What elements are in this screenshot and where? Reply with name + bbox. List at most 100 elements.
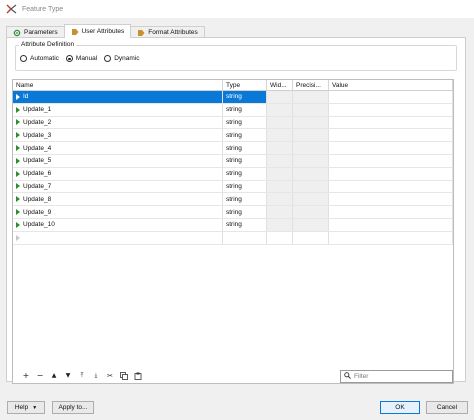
move-top-icon[interactable]: ⤒ <box>77 371 87 381</box>
attribute-name-cell[interactable]: Update_9 <box>13 206 223 218</box>
attribute-precision-cell <box>293 180 329 193</box>
remove-icon[interactable]: − <box>35 371 45 381</box>
table-row[interactable]: Update_6 string <box>13 167 453 181</box>
table-row[interactable]: Id string <box>13 91 453 104</box>
move-down-icon[interactable]: ▼ <box>63 371 73 381</box>
attribute-name-cell[interactable]: Update_8 <box>13 193 223 206</box>
table-row[interactable]: Update_9 string <box>13 206 453 219</box>
radio-manual[interactable]: Manual <box>65 55 97 62</box>
attribute-definition-options: Automatic Manual Dynamic <box>20 55 140 62</box>
radio-automatic[interactable]: Automatic <box>20 55 59 62</box>
attribute-precision-cell <box>293 129 329 142</box>
attribute-type-cell[interactable]: string <box>223 206 267 218</box>
attribute-name-cell[interactable]: Update_5 <box>13 154 223 167</box>
button-label: Cancel <box>436 404 458 411</box>
attribute-type-cell[interactable]: string <box>223 180 267 193</box>
move-up-icon[interactable]: ▲ <box>49 371 59 381</box>
attribute-type-cell[interactable]: string <box>223 116 267 129</box>
radio-label: Dynamic <box>114 55 140 62</box>
radio-dynamic[interactable]: Dynamic <box>104 55 140 62</box>
attribute-width-cell <box>267 91 293 103</box>
attribute-precision-cell <box>293 218 329 231</box>
attribute-type-cell[interactable]: string <box>223 167 267 180</box>
table-row[interactable]: Update_7 string <box>13 180 453 194</box>
table-row[interactable]: Update_3 string <box>13 129 453 143</box>
apply-to-button[interactable]: Apply to... <box>52 401 94 414</box>
move-bottom-icon[interactable]: ⤓ <box>91 371 101 381</box>
copy-icon[interactable] <box>119 371 129 381</box>
attribute-value-cell[interactable] <box>329 231 453 244</box>
attribute-value-cell[interactable] <box>329 180 453 193</box>
attribute-type-cell[interactable]: string <box>223 129 267 142</box>
attribute-name-cell[interactable]: Update_4 <box>13 142 223 154</box>
table-body: Id string Update_1 string Update_2 string Upda… <box>13 91 453 245</box>
attribute-type-cell[interactable]: string <box>223 193 267 206</box>
table-row[interactable]: Update_2 string <box>13 116 453 130</box>
attribute-type-cell[interactable]: string <box>223 103 267 116</box>
paste-icon[interactable] <box>133 371 143 381</box>
attribute-name: Update_8 <box>23 195 52 203</box>
tag-icon <box>137 29 145 37</box>
cancel-button[interactable]: Cancel <box>426 401 468 414</box>
attribute-name-cell[interactable]: Id <box>13 91 223 103</box>
help-button[interactable]: Help ▼ <box>7 401 45 414</box>
attribute-name-cell[interactable]: Update_7 <box>13 180 223 193</box>
attribute-value-cell[interactable] <box>329 218 453 231</box>
row-marker-icon <box>16 106 20 113</box>
attribute-type-cell[interactable]: string <box>223 154 267 167</box>
column-header-width[interactable]: Wid... <box>267 80 293 90</box>
attribute-name-cell[interactable]: Update_1 <box>13 103 223 116</box>
table-row[interactable]: Update_1 string <box>13 103 453 117</box>
attribute-name: Update_6 <box>23 170 52 178</box>
attribute-value-cell[interactable] <box>329 103 453 116</box>
attribute-value-cell[interactable] <box>329 206 453 218</box>
column-header-type[interactable]: Type <box>223 80 267 90</box>
attribute-width-cell <box>267 129 293 142</box>
attribute-width-cell <box>267 103 293 116</box>
attribute-name-cell[interactable]: Update_10 <box>13 218 223 231</box>
column-header-name[interactable]: Name <box>13 80 223 90</box>
row-marker-icon <box>16 183 20 190</box>
attribute-name: Update_5 <box>23 157 52 165</box>
add-icon[interactable]: + <box>21 371 31 381</box>
table-row[interactable]: Update_8 string <box>13 193 453 207</box>
attribute-name-cell[interactable]: Update_2 <box>13 116 223 129</box>
table-row[interactable]: Update_10 string <box>13 218 453 232</box>
table-row[interactable]: Update_5 string <box>13 154 453 168</box>
attribute-width-cell <box>267 218 293 231</box>
attribute-value-cell[interactable] <box>329 91 453 103</box>
attribute-value-cell[interactable] <box>329 116 453 129</box>
attribute-value-cell[interactable] <box>329 154 453 167</box>
attribute-precision-cell <box>293 154 329 167</box>
attribute-name-cell[interactable]: Update_6 <box>13 167 223 180</box>
attribute-value-cell[interactable] <box>329 193 453 206</box>
column-header-precision[interactable]: Precisi... <box>293 80 329 90</box>
attribute-name-cell[interactable] <box>13 231 223 244</box>
new-row[interactable] <box>13 231 453 245</box>
attribute-value-cell[interactable] <box>329 167 453 180</box>
attribute-value-cell[interactable] <box>329 129 453 142</box>
cut-icon[interactable]: ✂ <box>105 371 115 381</box>
filter-field[interactable] <box>340 370 453 383</box>
row-marker-icon <box>16 157 20 164</box>
attribute-name: Update_7 <box>23 182 52 190</box>
attribute-name-cell[interactable]: Update_3 <box>13 129 223 142</box>
filter-input[interactable] <box>354 373 449 380</box>
ok-button[interactable]: OK <box>380 401 420 414</box>
table-header: Name Type Wid... Precisi... Value <box>13 80 453 91</box>
dialog-body: Parameters User Attributes Format Attrib… <box>0 18 474 420</box>
tab-user-attributes[interactable]: User Attributes <box>63 24 132 38</box>
attribute-precision-cell <box>293 193 329 206</box>
column-header-value[interactable]: Value <box>329 80 453 90</box>
attribute-type-cell[interactable] <box>223 231 267 244</box>
row-marker-icon <box>16 119 20 126</box>
attribute-type-cell[interactable]: string <box>223 218 267 231</box>
attribute-name: Update_2 <box>23 118 52 126</box>
attribute-type-cell[interactable]: string <box>223 142 267 154</box>
attribute-value-cell[interactable] <box>329 142 453 154</box>
gear-icon <box>13 29 21 37</box>
row-marker-icon <box>16 234 20 241</box>
attribute-precision-cell <box>293 142 329 154</box>
attribute-type-cell[interactable]: string <box>223 91 267 103</box>
table-row[interactable]: Update_4 string <box>13 142 453 155</box>
